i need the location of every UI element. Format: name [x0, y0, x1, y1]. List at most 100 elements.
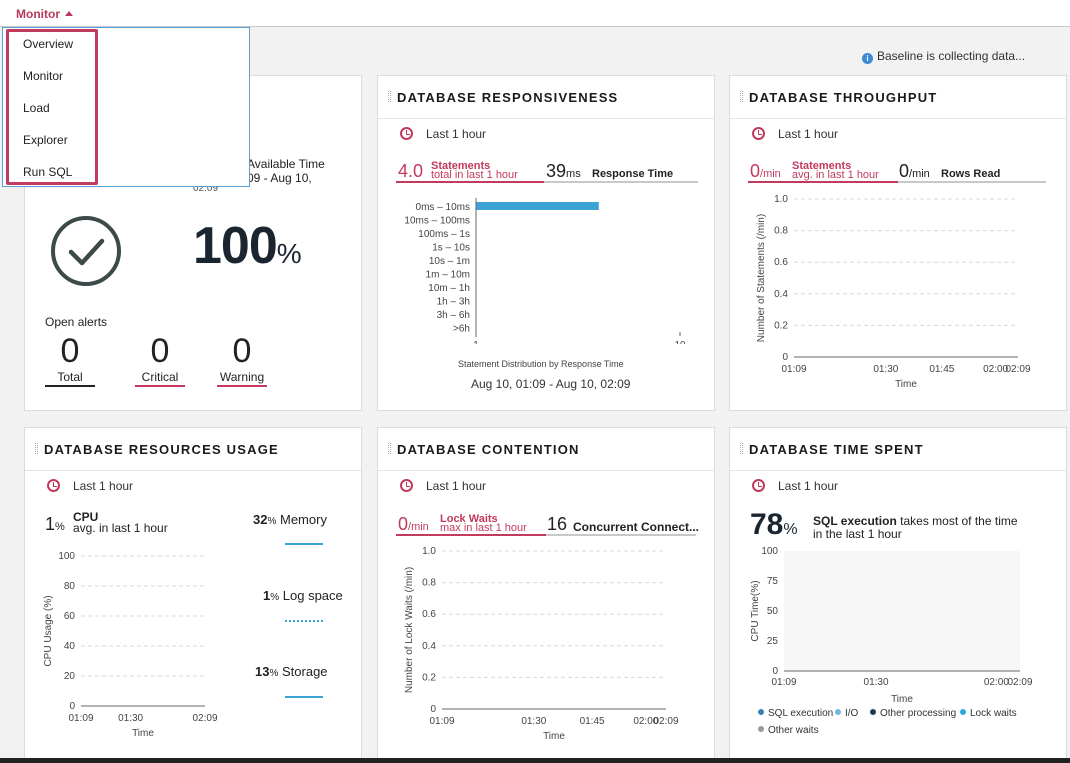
statements-count: 4.0	[398, 161, 424, 181]
resources-card: DATABASE RESOURCES USAGE Last 1 hour 1% …	[24, 427, 362, 760]
memory-value: 32	[253, 512, 268, 527]
time-spent-chart: 0 25 50 75 100 01:09 01:30 02:0002:09 Time CPU Ti…	[750, 546, 1033, 705]
response-time-underline	[544, 181, 698, 183]
cpu-unit: %	[55, 521, 65, 533]
response-distribution-chart: 0ms – 10ms 10ms – 100ms 100ms – 1s 1s – 10s…	[404, 198, 686, 344]
available-time-label: Available Time	[247, 157, 325, 171]
clock-icon	[47, 479, 60, 492]
x-tick-label: 02:09	[1007, 677, 1032, 688]
x-tick-label: 01:09	[68, 713, 93, 724]
legend-dot-icon	[870, 709, 876, 715]
statements-underline	[396, 181, 544, 183]
y-tick-label: 0.6	[774, 257, 788, 268]
rows-read: 0/min	[899, 161, 930, 182]
timespent-headline-rest: takes most of the time	[896, 514, 1018, 528]
throughput-statements-underline	[748, 181, 898, 183]
response-time-unit: ms	[566, 168, 581, 180]
throughput-chart: 00.20.40.60.81.001:09 01:30 01:45 02:0002:0…	[756, 194, 1031, 390]
responsiveness-range[interactable]: Last 1 hour	[426, 127, 486, 141]
time-spent-area	[784, 551, 1020, 671]
responsiveness-header: DATABASE RESPONSIVENESS	[378, 76, 714, 119]
x-tick-label: 01:30	[864, 677, 889, 688]
response-bucket-label: 3h – 6h	[437, 310, 470, 321]
storage-pct: %	[269, 668, 279, 679]
drag-handle-icon[interactable]	[388, 91, 391, 102]
logspace-label: Log space	[282, 588, 343, 603]
timespent-range[interactable]: Last 1 hour	[778, 479, 838, 493]
y-tick-label: 60	[64, 611, 76, 622]
legend-item[interactable]: Other waits	[758, 725, 819, 736]
lock-waits-underline	[396, 534, 546, 536]
y-tick-label: 100	[58, 551, 75, 562]
throughput-header: DATABASE THROUGHPUT	[730, 76, 1066, 119]
alert-underline-critical	[135, 385, 185, 387]
y-axis-label: Number of Statements (/min)	[756, 214, 767, 342]
clock-icon	[752, 127, 765, 140]
response-time-number: 39	[546, 161, 567, 181]
menu-item-load[interactable]: Load	[23, 101, 50, 115]
response-bucket-label: 1m – 10m	[426, 270, 470, 281]
y-tick-label: 0.2	[774, 320, 788, 331]
monitor-menu-toggle[interactable]: Monitor	[16, 7, 73, 21]
x-tick-label: 01:09	[771, 677, 796, 688]
timespent-headline-bold: SQL execution	[813, 514, 897, 528]
drag-handle-icon[interactable]	[740, 443, 743, 454]
contention-range[interactable]: Last 1 hour	[426, 479, 486, 493]
contention-title: DATABASE CONTENTION	[397, 442, 580, 457]
info-icon: i	[862, 53, 873, 64]
memory-sparkline	[285, 543, 323, 545]
timespent-percent-value: 78	[750, 508, 784, 541]
alert-label-critical[interactable]: Critical	[135, 370, 185, 384]
timespent-headline: SQL execution takes most of the time	[813, 514, 1018, 528]
availability-percent: 100%	[193, 216, 302, 276]
y-tick-label: 0.2	[422, 672, 436, 683]
clock-icon	[752, 479, 765, 492]
x-axis-label: Time	[895, 379, 917, 390]
throughput-card: DATABASE THROUGHPUT Last 1 hour 0/min St…	[729, 75, 1067, 411]
caret-up-icon	[65, 11, 73, 16]
y-tick-label: 75	[767, 576, 779, 587]
x-axis-label: Time	[891, 694, 913, 705]
y-tick-label: 80	[64, 581, 76, 592]
legend-item[interactable]: Lock waits	[960, 708, 1017, 719]
menu-item-run-sql[interactable]: Run SQL	[23, 165, 72, 179]
resources-range[interactable]: Last 1 hour	[73, 479, 133, 493]
x-tick-label: 01:45	[580, 716, 605, 727]
menu-item-explorer[interactable]: Explorer	[23, 133, 68, 147]
contention-card: DATABASE CONTENTION Last 1 hour 0/min Lo…	[377, 427, 715, 760]
throughput-range[interactable]: Last 1 hour	[778, 127, 838, 141]
resources-header: DATABASE RESOURCES USAGE	[25, 428, 361, 471]
throughput-statements-sub: avg. in last 1 hour	[792, 169, 879, 181]
timespent-title: DATABASE TIME SPENT	[749, 442, 924, 457]
response-bucket-label: 10m – 1h	[428, 283, 470, 294]
response-bucket-label: 1s – 10s	[432, 243, 470, 254]
availability-range: 09 - Aug 10,	[247, 171, 312, 185]
legend-item[interactable]: I/O	[835, 708, 858, 719]
lock-waits-sub: max in last 1 hour	[440, 522, 527, 534]
x-tick-label: 01:45	[929, 364, 954, 375]
rows-read-label: Rows Read	[941, 168, 1001, 180]
rows-read-underline	[898, 181, 1046, 183]
monitor-dropdown-menu: Overview Monitor Load Explorer Run SQL	[2, 27, 250, 187]
lock-waits-unit: /min	[408, 521, 429, 533]
drag-handle-icon[interactable]	[388, 443, 391, 454]
logspace-pct: %	[270, 592, 280, 603]
y-tick-label: 0.6	[422, 609, 436, 620]
legend-label: Other waits	[768, 725, 819, 736]
legend-item[interactable]: SQL execution	[758, 708, 833, 719]
y-tick-label: 0	[782, 352, 788, 363]
monitor-menu-label: Monitor	[16, 7, 60, 21]
legend-item[interactable]: Other processing	[870, 708, 956, 719]
x-tick-label: 01:09	[429, 716, 454, 727]
drag-handle-icon[interactable]	[740, 91, 743, 102]
timespent-percent: 78%	[750, 508, 798, 542]
responsiveness-card: DATABASE RESPONSIVENESS Last 1 hour 4.0 …	[377, 75, 715, 411]
menu-item-overview[interactable]: Overview	[23, 37, 73, 51]
drag-handle-icon[interactable]	[35, 443, 38, 454]
alert-label-total[interactable]: Total	[45, 370, 95, 384]
throughput-statements-unit: /min	[760, 168, 781, 180]
y-tick-label: 1.0	[422, 546, 436, 557]
alert-label-warning[interactable]: Warning	[217, 370, 267, 384]
menu-item-monitor[interactable]: Monitor	[23, 69, 63, 83]
status-ok-icon	[51, 216, 121, 286]
